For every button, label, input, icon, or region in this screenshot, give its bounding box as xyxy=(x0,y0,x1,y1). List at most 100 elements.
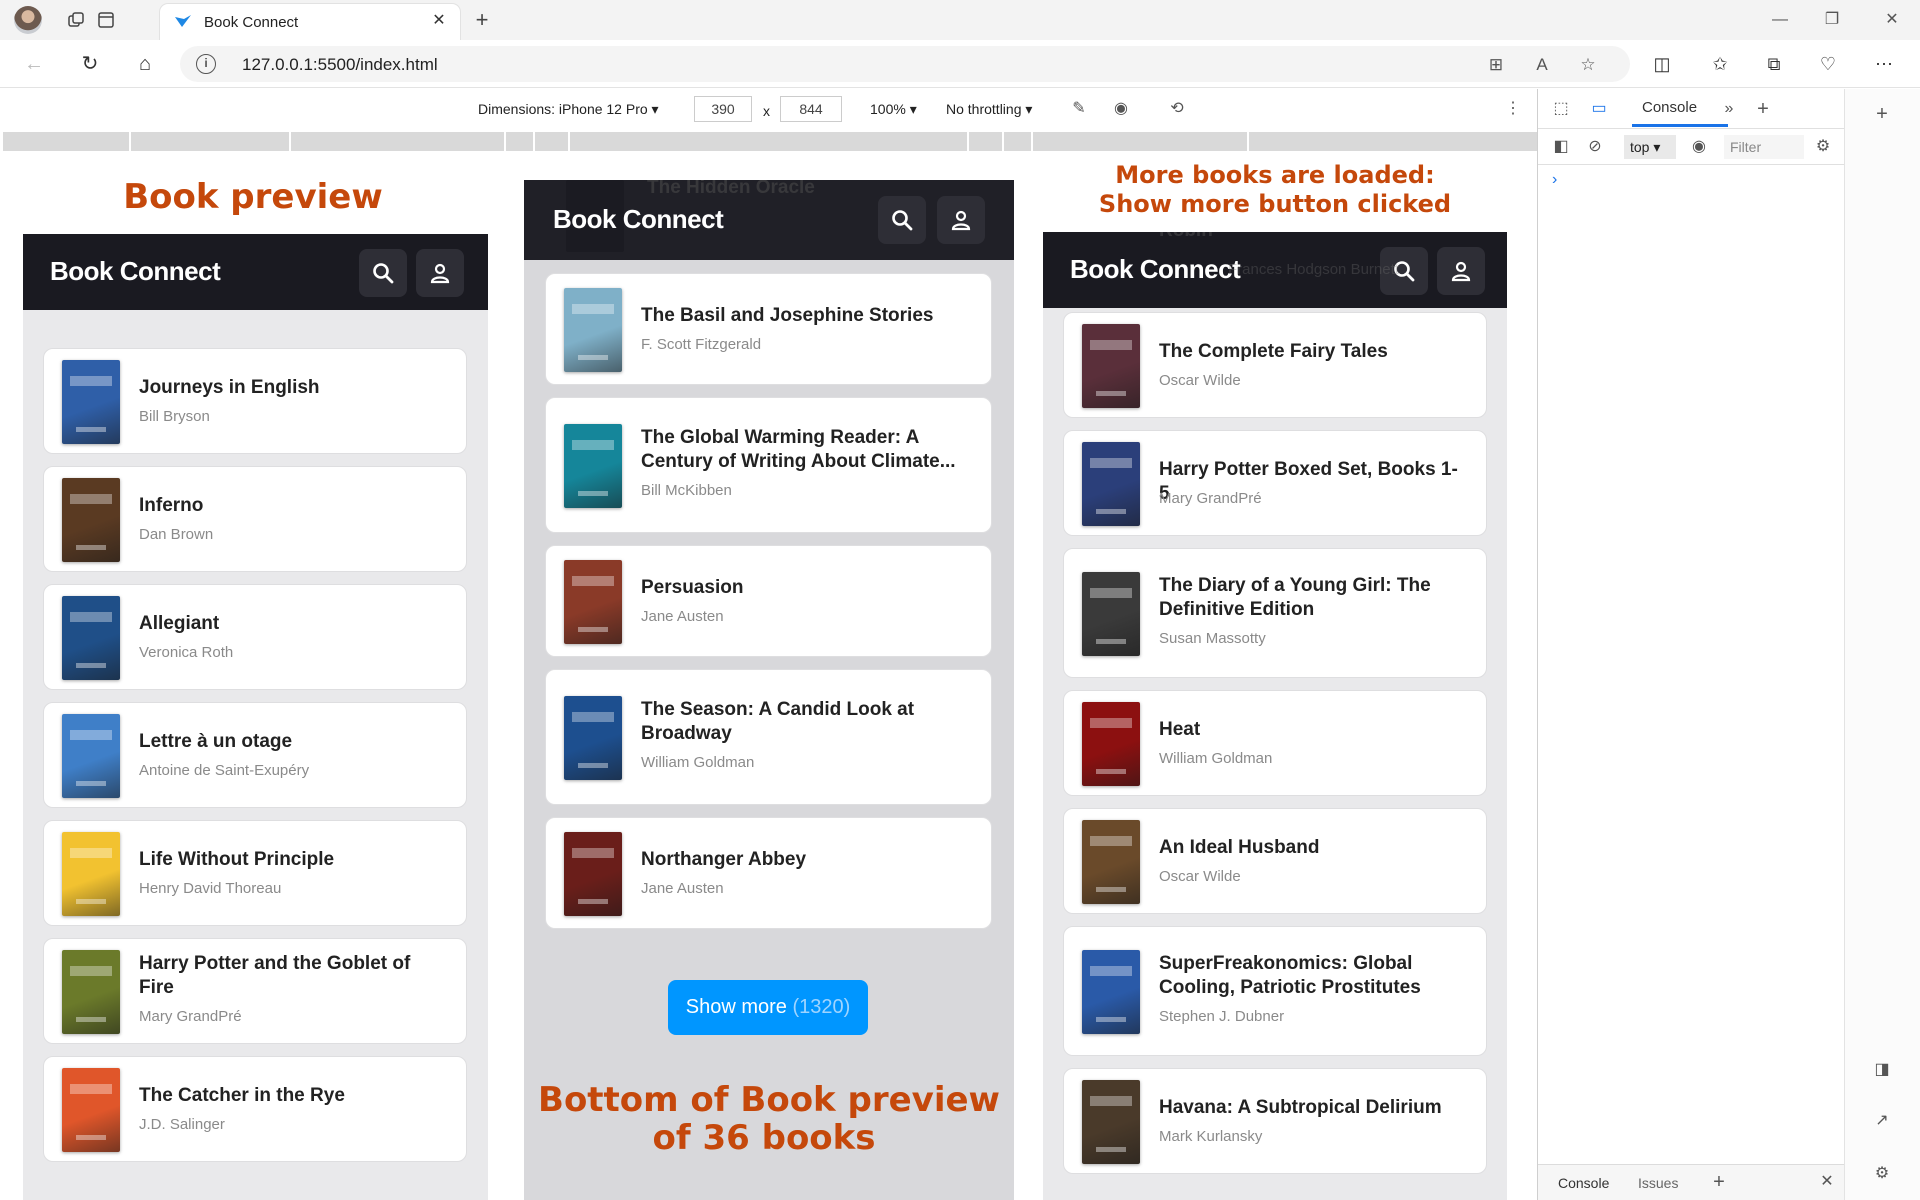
book-preview-card[interactable]: Harry Potter Boxed Set, Books 1-5 Mary Gr… xyxy=(1063,430,1487,536)
more-menu-icon[interactable]: ⋯ xyxy=(1872,52,1896,76)
app-logo: Book Connect xyxy=(553,204,724,234)
book-preview-card[interactable]: The Basil and Josephine Stories F. Scott … xyxy=(545,273,992,385)
restore-icon[interactable]: ❐ xyxy=(1812,6,1852,34)
book-cover-image xyxy=(62,832,120,916)
workspaces-icon[interactable] xyxy=(64,8,88,32)
address-bar[interactable]: i 127.0.0.1:5500/index.html ⊞ A ☆ xyxy=(180,46,1630,82)
media-query-ruler xyxy=(0,129,1537,151)
url-text: 127.0.0.1:5500/index.html xyxy=(242,55,438,74)
tab-actions-icon[interactable] xyxy=(94,8,118,32)
book-cover-image xyxy=(1082,324,1140,408)
book-preview-card[interactable]: Life Without Principle Henry David Thorea… xyxy=(43,820,467,926)
book-preview-card[interactable]: Allegiant Veronica Roth xyxy=(43,584,467,690)
book-preview-card[interactable]: SuperFreakonomics: Global Cooling, Patri… xyxy=(1063,926,1487,1056)
open-external-icon[interactable]: ↗ xyxy=(1871,1110,1893,1132)
book-preview-card[interactable]: An Ideal Husband Oscar Wilde xyxy=(1063,808,1487,914)
label-book-preview: Book preview xyxy=(123,177,383,217)
book-preview-card[interactable]: The Season: A Candid Look at Broadway Wil… xyxy=(545,669,992,805)
book-cover-image xyxy=(62,596,120,680)
book-preview-card[interactable]: The Catcher in the Rye J.D. Salinger xyxy=(43,1056,467,1162)
book-preview-card[interactable]: Havana: A Subtropical Delirium Mark Kurla… xyxy=(1063,1068,1487,1174)
drawer-tab-console[interactable]: Console xyxy=(1558,1175,1609,1191)
collections-icon[interactable]: ⧉ xyxy=(1762,52,1786,76)
throttling-select[interactable]: No throttling ▾ xyxy=(946,101,1032,118)
browser-essentials-icon[interactable]: ♡ xyxy=(1816,52,1840,76)
book-preview-card[interactable]: The Complete Fairy Tales Oscar Wilde xyxy=(1063,312,1487,418)
book-title: The Catcher in the Rye xyxy=(139,1085,345,1106)
new-tab-button[interactable]: + xyxy=(468,6,496,34)
zoom-select[interactable]: 100% ▾ xyxy=(870,101,917,118)
devtools-panel: ⬚ ▭ Console » + ◧ ⊘ top ▾ ◉ Filter ⚙ › C… xyxy=(1537,89,1920,1200)
book-preview-card[interactable]: The Global Warming Reader: A Century of … xyxy=(545,397,992,533)
console-filter-input[interactable]: Filter xyxy=(1724,135,1804,159)
devtools-tabbar: ⬚ ▭ Console » + xyxy=(1538,89,1844,129)
dimensions-select[interactable]: Dimensions: iPhone 12 Pro ▾ xyxy=(478,101,659,118)
account-button[interactable] xyxy=(937,196,985,244)
height-input[interactable]: 844 xyxy=(780,96,842,122)
drawer-tab-issues[interactable]: Issues xyxy=(1638,1175,1678,1191)
refresh-icon[interactable]: ↻ xyxy=(78,52,102,76)
book-title: Inferno xyxy=(139,495,204,516)
context-select[interactable]: top ▾ xyxy=(1624,135,1676,159)
site-info-icon[interactable]: i xyxy=(196,54,216,74)
profile-avatar[interactable] xyxy=(14,6,42,34)
book-title: The Basil and Josephine Stories xyxy=(641,305,934,326)
account-button[interactable] xyxy=(1437,247,1485,295)
search-button[interactable] xyxy=(878,196,926,244)
book-title: An Ideal Husband xyxy=(1159,837,1320,858)
book-preview-card[interactable]: Inferno Dan Brown xyxy=(43,466,467,572)
book-cover-image xyxy=(1082,950,1140,1034)
vision-deficiency-icon[interactable]: ◉ xyxy=(1110,98,1132,120)
close-drawer-icon[interactable]: ✕ xyxy=(1816,1171,1838,1193)
minimize-icon[interactable]: — xyxy=(1760,6,1800,34)
split-screen-icon[interactable]: ◫ xyxy=(1650,52,1674,76)
more-tabs-icon[interactable]: » xyxy=(1718,98,1740,120)
sidebar-settings-icon[interactable]: ⚙ xyxy=(1871,1163,1893,1185)
book-cover-image xyxy=(62,478,120,562)
tab-console[interactable]: Console xyxy=(1642,99,1697,116)
show-more-button[interactable]: Show more (1320) xyxy=(668,980,868,1035)
sidebar-add-icon[interactable]: + xyxy=(1871,103,1893,125)
rotate-icon[interactable]: ⟲ xyxy=(1166,98,1188,120)
sidebar-panel-icon[interactable]: ◨ xyxy=(1871,1059,1893,1081)
width-input[interactable]: 390 xyxy=(694,96,752,122)
inspect-element-icon[interactable]: ⬚ xyxy=(1550,98,1572,120)
app-available-icon[interactable]: ⊞ xyxy=(1484,55,1508,75)
device-toolbar-toggle-icon[interactable]: ▭ xyxy=(1588,98,1610,120)
book-preview-card[interactable]: Journeys in English Bill Bryson xyxy=(43,348,467,454)
back-arrow-icon[interactable]: ← xyxy=(22,52,46,76)
tab-strip: Book Connect ✕ + — ❐ ✕ xyxy=(0,0,1920,40)
label-bottom-line1: Bottom of Book preview xyxy=(538,1080,1000,1120)
book-preview-card[interactable]: The Diary of a Young Girl: The Definitiv… xyxy=(1063,548,1487,678)
phone-preview-middle: Book Connect The Hidden Oracle The Basil… xyxy=(524,180,1014,1200)
book-author: F. Scott Fitzgerald xyxy=(641,336,762,353)
close-window-icon[interactable]: ✕ xyxy=(1872,6,1912,34)
read-aloud-icon[interactable]: A xyxy=(1530,55,1554,75)
live-expression-icon[interactable]: ◉ xyxy=(1688,136,1710,158)
sensors-icon[interactable]: ✎ xyxy=(1068,98,1090,120)
active-tab-indicator xyxy=(1632,124,1728,127)
clear-console-icon[interactable]: ⊘ xyxy=(1584,136,1606,158)
console-sidebar-icon[interactable]: ◧ xyxy=(1550,136,1572,158)
browser-tab-active[interactable]: Book Connect ✕ xyxy=(160,4,460,40)
app-logo: Book Connect xyxy=(50,256,221,286)
close-tab-icon[interactable]: ✕ xyxy=(428,10,450,32)
search-button[interactable] xyxy=(359,249,407,297)
console-settings-icon[interactable]: ⚙ xyxy=(1812,136,1834,158)
device-more-icon[interactable]: ⋮ xyxy=(1502,98,1524,120)
drawer-add-icon[interactable]: + xyxy=(1708,1171,1730,1193)
book-preview-card[interactable]: Lettre à un otage Antoine de Saint-Exupér… xyxy=(43,702,467,808)
book-author: William Goldman xyxy=(1159,750,1273,767)
book-preview-card[interactable]: Heat William Goldman xyxy=(1063,690,1487,796)
book-preview-card[interactable]: Northanger Abbey Jane Austen xyxy=(545,817,992,929)
favorites-icon[interactable]: ✩ xyxy=(1708,52,1732,76)
book-preview-card[interactable]: Harry Potter and the Goblet of Fire Mary … xyxy=(43,938,467,1044)
favorite-star-icon[interactable]: ☆ xyxy=(1576,55,1600,75)
console-prompt[interactable]: › xyxy=(1552,171,1557,189)
book-preview-card[interactable]: Persuasion Jane Austen xyxy=(545,545,992,657)
add-tab-icon[interactable]: + xyxy=(1752,98,1774,120)
book-author: Susan Massotty xyxy=(1159,630,1266,647)
account-button[interactable] xyxy=(416,249,464,297)
home-icon[interactable]: ⌂ xyxy=(133,52,157,76)
phone-preview-right: Book Connect Robin Frances Hodgson Burne… xyxy=(1043,232,1507,1200)
